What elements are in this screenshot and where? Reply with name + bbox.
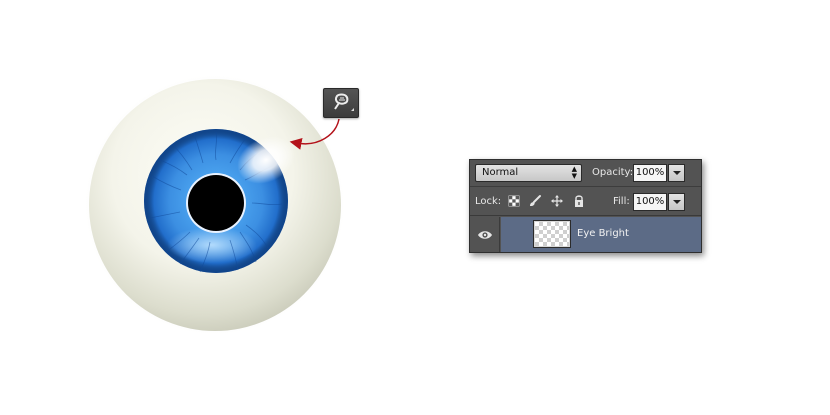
layer-visibility-toggle[interactable] [470, 217, 500, 252]
opacity-field[interactable]: 100% [633, 164, 667, 182]
opacity-label: Opacity: [592, 167, 634, 178]
blend-options-row: Normal ▲ ▼ Opacity: 100% [470, 160, 701, 187]
layer-selected-background: Eye Bright [501, 217, 701, 252]
opacity-dropdown-button[interactable] [668, 164, 685, 182]
blend-mode-value: Normal [482, 167, 519, 178]
lock-label: Lock: [475, 196, 502, 207]
fill-dropdown-button[interactable] [668, 193, 685, 211]
eye-icon [478, 231, 492, 239]
updown-chevron-icon: ▲ ▼ [571, 165, 577, 180]
lock-position-icon[interactable] [550, 194, 564, 208]
canvas: Normal ▲ ▼ Opacity: 100% Lock: Fill: 100… [0, 0, 830, 415]
fill-field[interactable]: 100% [633, 193, 667, 211]
dodge-tool-icon [334, 93, 354, 111]
layer-row[interactable]: Eye Bright [470, 217, 701, 252]
layer-thumbnail [534, 221, 570, 247]
pupil [188, 175, 244, 231]
layers-panel: Normal ▲ ▼ Opacity: 100% Lock: Fill: 100… [469, 159, 702, 253]
fill-label: Fill: [613, 196, 630, 207]
lock-image-pixels-icon[interactable] [528, 194, 542, 208]
dodge-tool-button[interactable] [323, 88, 359, 118]
lock-row: Lock: Fill: 100% [470, 188, 701, 216]
blend-mode-select[interactable]: Normal ▲ ▼ [475, 164, 582, 182]
eyeball-illustration [83, 73, 347, 337]
lock-all-icon[interactable] [572, 194, 586, 208]
layer-name: Eye Bright [577, 228, 629, 239]
lock-transparent-pixels-icon[interactable] [507, 194, 521, 208]
